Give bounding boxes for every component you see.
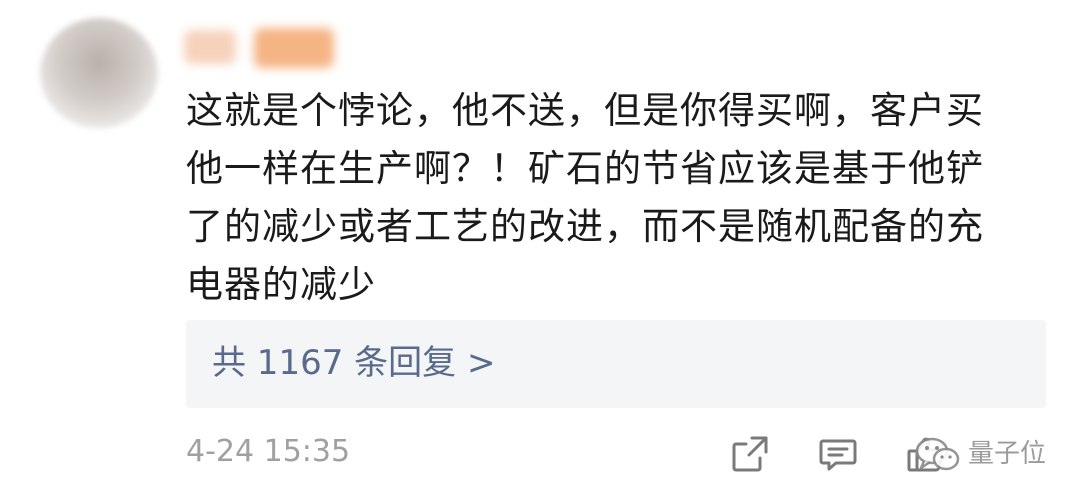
comment-text: 这就是个悖论，他不送，但是你得买啊，客户买 他一样在生产啊？！矿石的节省应该是基… [186,89,984,306]
watermark-text: 量子位 [968,439,1047,469]
avatar[interactable] [40,18,158,128]
username-blurred[interactable] [180,22,350,72]
username-blur-block [184,30,236,64]
wechat-icon [915,437,960,471]
watermark: 量子位 [912,434,1062,474]
replies-button[interactable]: 共 1167 条回复 > [186,320,1046,408]
share-icon[interactable] [730,434,770,474]
replies-label: 共 1167 条回复 > [212,343,496,383]
comment-card: 这就是个悖论，他不送，但是你得买啊，客户买 他一样在生产啊？！矿石的节省应该是基… [0,0,1080,497]
username-blur-block [254,28,334,68]
comment-icon[interactable] [818,434,858,474]
comment-timestamp: 4-24 15:35 [186,434,351,469]
